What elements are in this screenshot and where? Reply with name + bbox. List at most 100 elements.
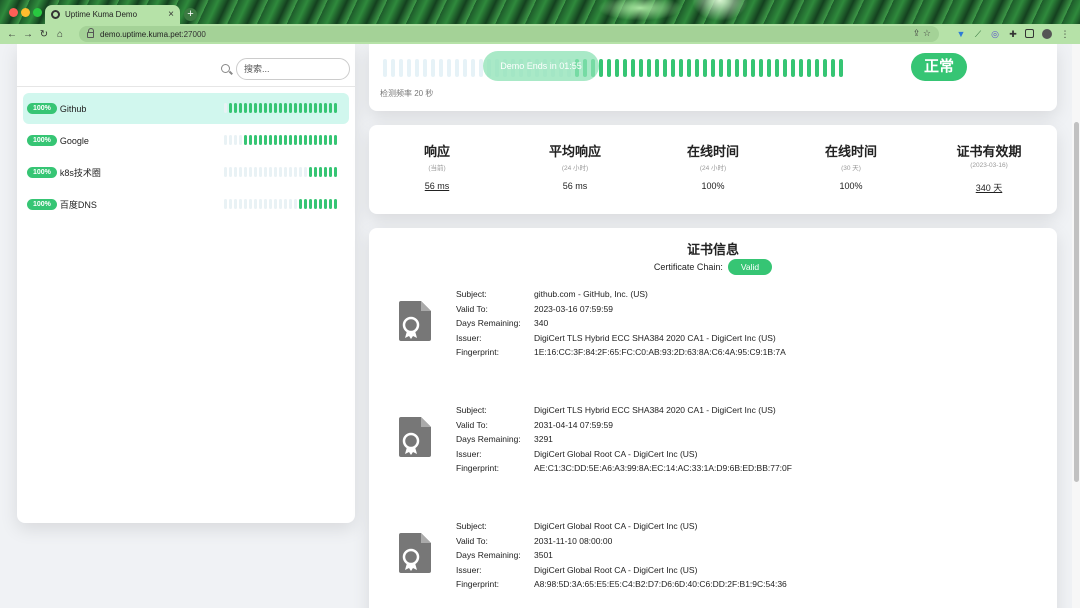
detail-issuer: Issuer: DigiCert TLS Hybrid ECC SHA384 20… xyxy=(456,331,786,346)
heartbeat-up xyxy=(319,167,322,177)
monitor-item-google[interactable]: 100% Google xyxy=(23,125,349,156)
heartbeat-up xyxy=(679,59,683,77)
window-zoom-dot[interactable] xyxy=(33,8,42,17)
detail-value: 2023-03-16 07:59:59 xyxy=(534,303,613,314)
heartbeat-up xyxy=(289,103,292,113)
stat-value-link[interactable]: 340 天 xyxy=(919,181,1059,194)
heartbeat-up xyxy=(695,59,699,77)
heartbeat-up xyxy=(791,59,795,77)
monitor-item-baidu-dns[interactable]: 100% 百度DNS xyxy=(23,189,349,220)
tab-close-icon[interactable]: × xyxy=(168,9,174,20)
heartbeat-bar xyxy=(224,103,337,113)
heartbeat-empty xyxy=(284,167,287,177)
window-close-dot[interactable] xyxy=(9,8,18,17)
heartbeat-up xyxy=(831,59,835,77)
heartbeat-up xyxy=(234,103,237,113)
heartbeat-up xyxy=(324,135,327,145)
detail-label: Subject: xyxy=(456,405,487,415)
forward-icon[interactable]: → xyxy=(20,29,36,40)
certificate-details: Subject: DigiCert Global Root CA - DigiCe… xyxy=(456,519,787,592)
extension-vue-icon[interactable]: ▼ xyxy=(956,29,966,39)
detail-label: Fingerprint: xyxy=(456,463,499,474)
check-interval: 检测频率 20 秒 xyxy=(380,89,434,98)
heartbeat-up xyxy=(274,103,277,113)
heartbeat-up xyxy=(249,103,252,113)
heartbeat-empty xyxy=(455,59,459,77)
detail-valid-to: Valid To: 2031-04-14 07:59:59 xyxy=(456,418,792,433)
back-icon[interactable]: ← xyxy=(4,29,20,40)
heartbeat-up xyxy=(264,103,267,113)
heartbeat-empty xyxy=(471,59,475,77)
scrollbar-thumb[interactable] xyxy=(1074,122,1079,482)
detail-label: Days Remaining: xyxy=(456,434,521,445)
stat-cert-expiry: 证书有效期 (2023-03-16) 340 天 xyxy=(919,141,1059,194)
heartbeat-up xyxy=(249,135,252,145)
monitor-item-k8s[interactable]: 100% k8s技术圈 xyxy=(23,157,349,188)
heartbeat-up xyxy=(269,135,272,145)
heartbeat-up xyxy=(274,135,277,145)
heartbeat-up xyxy=(334,135,337,145)
extension-puzzle-icon[interactable]: ✚ xyxy=(1008,29,1018,39)
home-icon[interactable]: ⌂ xyxy=(52,29,68,40)
detail-label: Days Remaining: xyxy=(456,318,521,329)
heartbeat-up xyxy=(314,199,317,209)
heartbeat-empty xyxy=(229,167,232,177)
heartbeat-up xyxy=(783,59,787,77)
address-url[interactable]: demo.uptime.kuma.pet:27000 xyxy=(100,30,206,39)
reload-icon[interactable]: ↻ xyxy=(36,29,52,40)
detail-label: Issuer: xyxy=(456,332,482,343)
detail-label: Subject: xyxy=(456,289,487,299)
stat-uptime-30d: 在线时间 (30 天) 100% xyxy=(781,141,921,191)
detail-subject: Subject: github.com - GitHub, Inc. (US) xyxy=(456,287,786,302)
sidepanel-icon[interactable] xyxy=(1025,29,1034,38)
heartbeat-up xyxy=(639,59,643,77)
heartbeat-empty xyxy=(447,59,451,77)
heartbeat-up xyxy=(319,135,322,145)
heartbeat-up xyxy=(631,59,635,77)
search-icon xyxy=(221,64,230,73)
new-tab-button[interactable]: + xyxy=(184,8,197,21)
status-badge: 正常 xyxy=(911,53,967,81)
certificate-entry: Subject: github.com - GitHub, Inc. (US) V… xyxy=(369,287,1057,387)
heartbeat-empty xyxy=(234,199,237,209)
heartbeat-up xyxy=(324,199,327,209)
stat-title: 在线时间 xyxy=(686,144,739,159)
detail-value: 340 xyxy=(534,318,549,329)
heartbeat-empty xyxy=(249,199,252,209)
stat-avg-response: 平均响应 (24 小时) 56 ms xyxy=(505,141,645,191)
address-bar[interactable]: demo.uptime.kuma.pet:27000 ⇪ ☆ xyxy=(79,26,939,42)
monitor-item-github[interactable]: 100% Github xyxy=(23,93,349,124)
browser-tab[interactable]: Uptime Kuma Demo × xyxy=(45,5,180,24)
heartbeat-up xyxy=(304,135,307,145)
heartbeat-empty xyxy=(294,199,297,209)
stat-value-link[interactable]: 56 ms xyxy=(367,181,507,191)
detail-valid-to: Valid To: 2031-11-10 08:00:00 xyxy=(456,534,787,549)
detail-value: DigiCert TLS Hybrid ECC SHA384 2020 CA1 … xyxy=(534,332,776,343)
extension-target-icon[interactable]: ◎ xyxy=(990,29,1000,39)
heartbeat-empty xyxy=(254,167,257,177)
heartbeat-up xyxy=(719,59,723,77)
monitor-name: Google xyxy=(59,135,89,146)
profile-avatar[interactable] xyxy=(1042,29,1052,39)
heartbeat-empty xyxy=(239,135,242,145)
heartbeat-up xyxy=(727,59,731,77)
heartbeat-empty xyxy=(284,199,287,209)
detail-value: 1E:16:CC:3F:84:2F:65:FC:C0:AB:93:2D:63:8… xyxy=(534,347,786,358)
heartbeat-up xyxy=(607,59,611,77)
detail-value: AE:C1:3C:DD:5E:A6:A3:99:8A:EC:14:AC:33:1… xyxy=(534,463,792,474)
heartbeat-up xyxy=(743,59,747,77)
address-actions[interactable]: ⇪ ☆ xyxy=(913,28,931,39)
heartbeat-up xyxy=(759,59,763,77)
extension-chart-icon[interactable]: ⟋ xyxy=(973,29,983,39)
page-scrollbar[interactable] xyxy=(1072,44,1080,608)
heartbeat-empty xyxy=(399,59,403,77)
detail-subject: Subject: DigiCert Global Root CA - DigiCe… xyxy=(456,519,787,534)
heartbeat-empty xyxy=(439,59,443,77)
detail-value: A8:98:5D:3A:65:E5:E5:C4:B2:D7:D6:6D:40:C… xyxy=(534,579,787,590)
menu-kebab-icon[interactable]: ⋮ xyxy=(1060,29,1070,39)
heartbeat-up xyxy=(269,103,272,113)
window-minimize-dot[interactable] xyxy=(21,8,30,17)
stat-title: 平均响应 xyxy=(548,144,601,159)
search-input[interactable] xyxy=(236,58,350,80)
detail-label: Days Remaining: xyxy=(456,550,521,561)
